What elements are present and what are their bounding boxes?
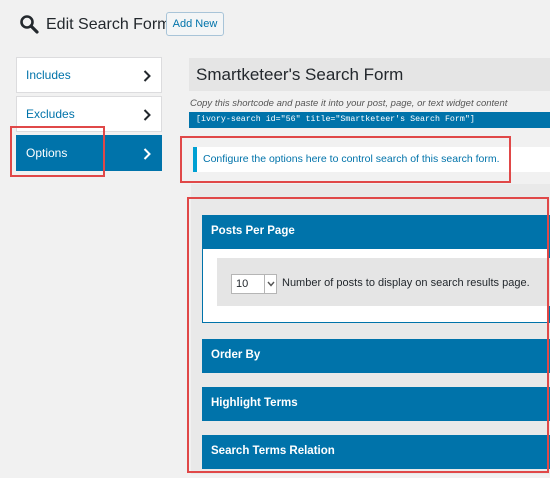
page-header: Edit Search Form Add New (0, 0, 550, 50)
chevron-right-icon (143, 109, 151, 121)
chevron-right-icon (143, 70, 151, 82)
chevron-right-icon (143, 148, 151, 160)
posts-per-page-field: 10 Number of posts to display on search … (217, 258, 550, 306)
section-search-terms-relation[interactable]: Search Terms Relation (202, 435, 550, 469)
form-title-bar: Smartketeer's Search Form (189, 58, 550, 91)
posts-per-page-select[interactable]: 10 (231, 274, 277, 294)
sidebar-item-options[interactable]: Options (16, 135, 162, 171)
page-title: Edit Search Form (46, 16, 171, 33)
shortcode-hint: Copy this shortcode and paste it into yo… (190, 98, 508, 109)
shortcode-field[interactable]: [ivory-search id="56" title="Smartketeer… (189, 112, 550, 128)
form-title: Smartketeer's Search Form (196, 65, 404, 84)
section-highlight-terms[interactable]: Highlight Terms (202, 387, 550, 421)
search-icon (20, 15, 39, 34)
sidebar-item-label: Includes (26, 68, 71, 82)
sidebar-item-label: Excludes (26, 107, 75, 121)
section-posts-per-page[interactable]: Posts Per Page (202, 215, 550, 249)
posts-per-page-body: 10 Number of posts to display on search … (202, 249, 550, 323)
sidebar-item-includes[interactable]: Includes (16, 57, 162, 93)
select-value: 10 (236, 278, 249, 290)
notice-message: Configure the options here to control se… (193, 147, 550, 172)
options-sidebar: Includes Excludes Options (16, 57, 162, 174)
sidebar-item-excludes[interactable]: Excludes (16, 96, 162, 132)
posts-per-page-description: Number of posts to display on search res… (282, 277, 530, 289)
sidebar-item-label: Options (26, 146, 68, 160)
section-order-by[interactable]: Order By (202, 339, 550, 373)
add-new-button[interactable]: Add New (166, 12, 224, 36)
chevron-down-icon (264, 275, 276, 293)
